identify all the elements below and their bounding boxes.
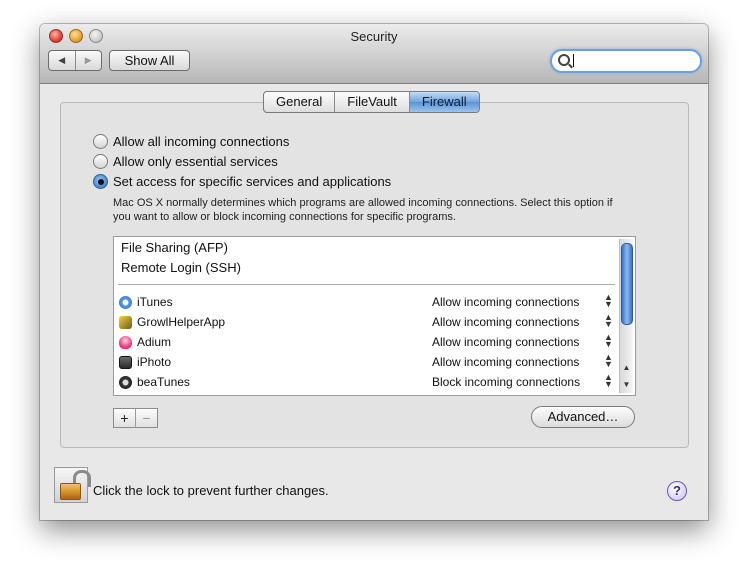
app-row-iphoto[interactable]: iPhoto Allow incoming connections ▲ ▼ [119, 353, 617, 371]
scroll-down-arrow-icon[interactable]: ▼ [622, 380, 631, 389]
app-row-beatunes[interactable]: beaTunes Block incoming connections ▲ ▼ [119, 373, 617, 391]
advanced-button[interactable]: Advanced… [531, 406, 635, 428]
forward-button[interactable]: ▶ [74, 51, 102, 70]
tab-firewall[interactable]: Firewall [408, 92, 479, 112]
lock-status-text: Click the lock to prevent further change… [93, 483, 329, 498]
growl-icon [119, 315, 132, 329]
itunes-icon [119, 295, 132, 309]
radio-button[interactable] [93, 134, 108, 149]
app-row-growlhelperapp[interactable]: GrowlHelperApp Allow incoming connection… [119, 313, 617, 331]
radio-label: Allow only essential services [113, 154, 278, 169]
vertical-scrollbar[interactable]: ▲ ▼ [619, 239, 633, 393]
window-title: Security [350, 29, 398, 44]
text-caret [573, 54, 574, 67]
scroll-thumb[interactable] [621, 243, 633, 325]
app-name: iPhoto [137, 355, 172, 369]
app-name: GrowlHelperApp [137, 315, 226, 329]
radio-label: Set access for specific services and app… [113, 174, 392, 189]
remove-app-button[interactable]: − [135, 409, 157, 427]
toolbar: Security ◀ ▶ Show All [40, 24, 708, 84]
app-name: beaTunes [137, 375, 190, 389]
help-button[interactable]: ? [667, 481, 687, 501]
list-divider [118, 284, 615, 285]
show-all-button[interactable]: Show All [109, 50, 190, 71]
tab-filevault[interactable]: FileVault [334, 92, 409, 112]
firewall-description: Mac OS X normally determines which progr… [113, 197, 613, 223]
radio-allow-all[interactable]: Allow all incoming connections [93, 134, 289, 149]
updown-arrows-icon[interactable]: ▲ ▼ [604, 353, 613, 369]
forward-arrow-icon: ▶ [84, 55, 92, 65]
tab-bar: General FileVault Firewall [263, 91, 480, 113]
firewall-rules-list[interactable]: File Sharing (AFP) Remote Login (SSH) iT… [113, 236, 636, 396]
adium-icon [119, 335, 132, 349]
connection-setting-select[interactable]: Allow incoming connections [432, 355, 579, 369]
connection-setting-select[interactable]: Allow incoming connections [432, 335, 579, 349]
back-arrow-icon: ◀ [58, 55, 66, 65]
app-name: Adium [137, 335, 172, 349]
radio-essential-only[interactable]: Allow only essential services [93, 154, 278, 169]
connection-setting-select[interactable]: Allow incoming connections [432, 295, 579, 309]
add-remove-control: + − [113, 408, 158, 428]
radio-specific-access[interactable]: Set access for specific services and app… [93, 174, 391, 189]
service-item[interactable]: File Sharing (AFP) [121, 240, 228, 255]
scroll-up-arrow-icon[interactable]: ▲ [622, 363, 631, 372]
service-item[interactable]: Remote Login (SSH) [121, 260, 241, 275]
search-icon [558, 54, 570, 66]
app-row-adium[interactable]: Adium Allow incoming connections ▲ ▼ [119, 333, 617, 351]
updown-arrows-icon[interactable]: ▲ ▼ [604, 333, 613, 349]
updown-arrows-icon[interactable]: ▲ ▼ [604, 293, 613, 309]
connection-setting-select[interactable]: Block incoming connections [432, 375, 580, 389]
add-app-button[interactable]: + [114, 409, 135, 427]
connection-setting-select[interactable]: Allow incoming connections [432, 315, 579, 329]
updown-arrows-icon[interactable]: ▲ ▼ [604, 373, 613, 389]
radio-button[interactable] [93, 154, 108, 169]
search-input[interactable] [550, 49, 702, 73]
security-preferences-window: Security ◀ ▶ Show All General FileVault … [40, 24, 708, 520]
updown-arrows-icon[interactable]: ▲ ▼ [604, 313, 613, 329]
radio-button-selected[interactable] [93, 174, 108, 189]
beatunes-icon [119, 375, 132, 389]
back-button[interactable]: ◀ [49, 51, 75, 70]
back-forward-control: ◀ ▶ [48, 50, 102, 71]
app-row-itunes[interactable]: iTunes Allow incoming connections ▲ ▼ [119, 293, 617, 311]
radio-label: Allow all incoming connections [113, 134, 290, 149]
lock-icon [60, 483, 81, 500]
lock-button[interactable] [54, 467, 91, 503]
tab-general[interactable]: General [264, 92, 334, 112]
iphoto-icon [119, 355, 132, 369]
app-name: iTunes [137, 295, 173, 309]
